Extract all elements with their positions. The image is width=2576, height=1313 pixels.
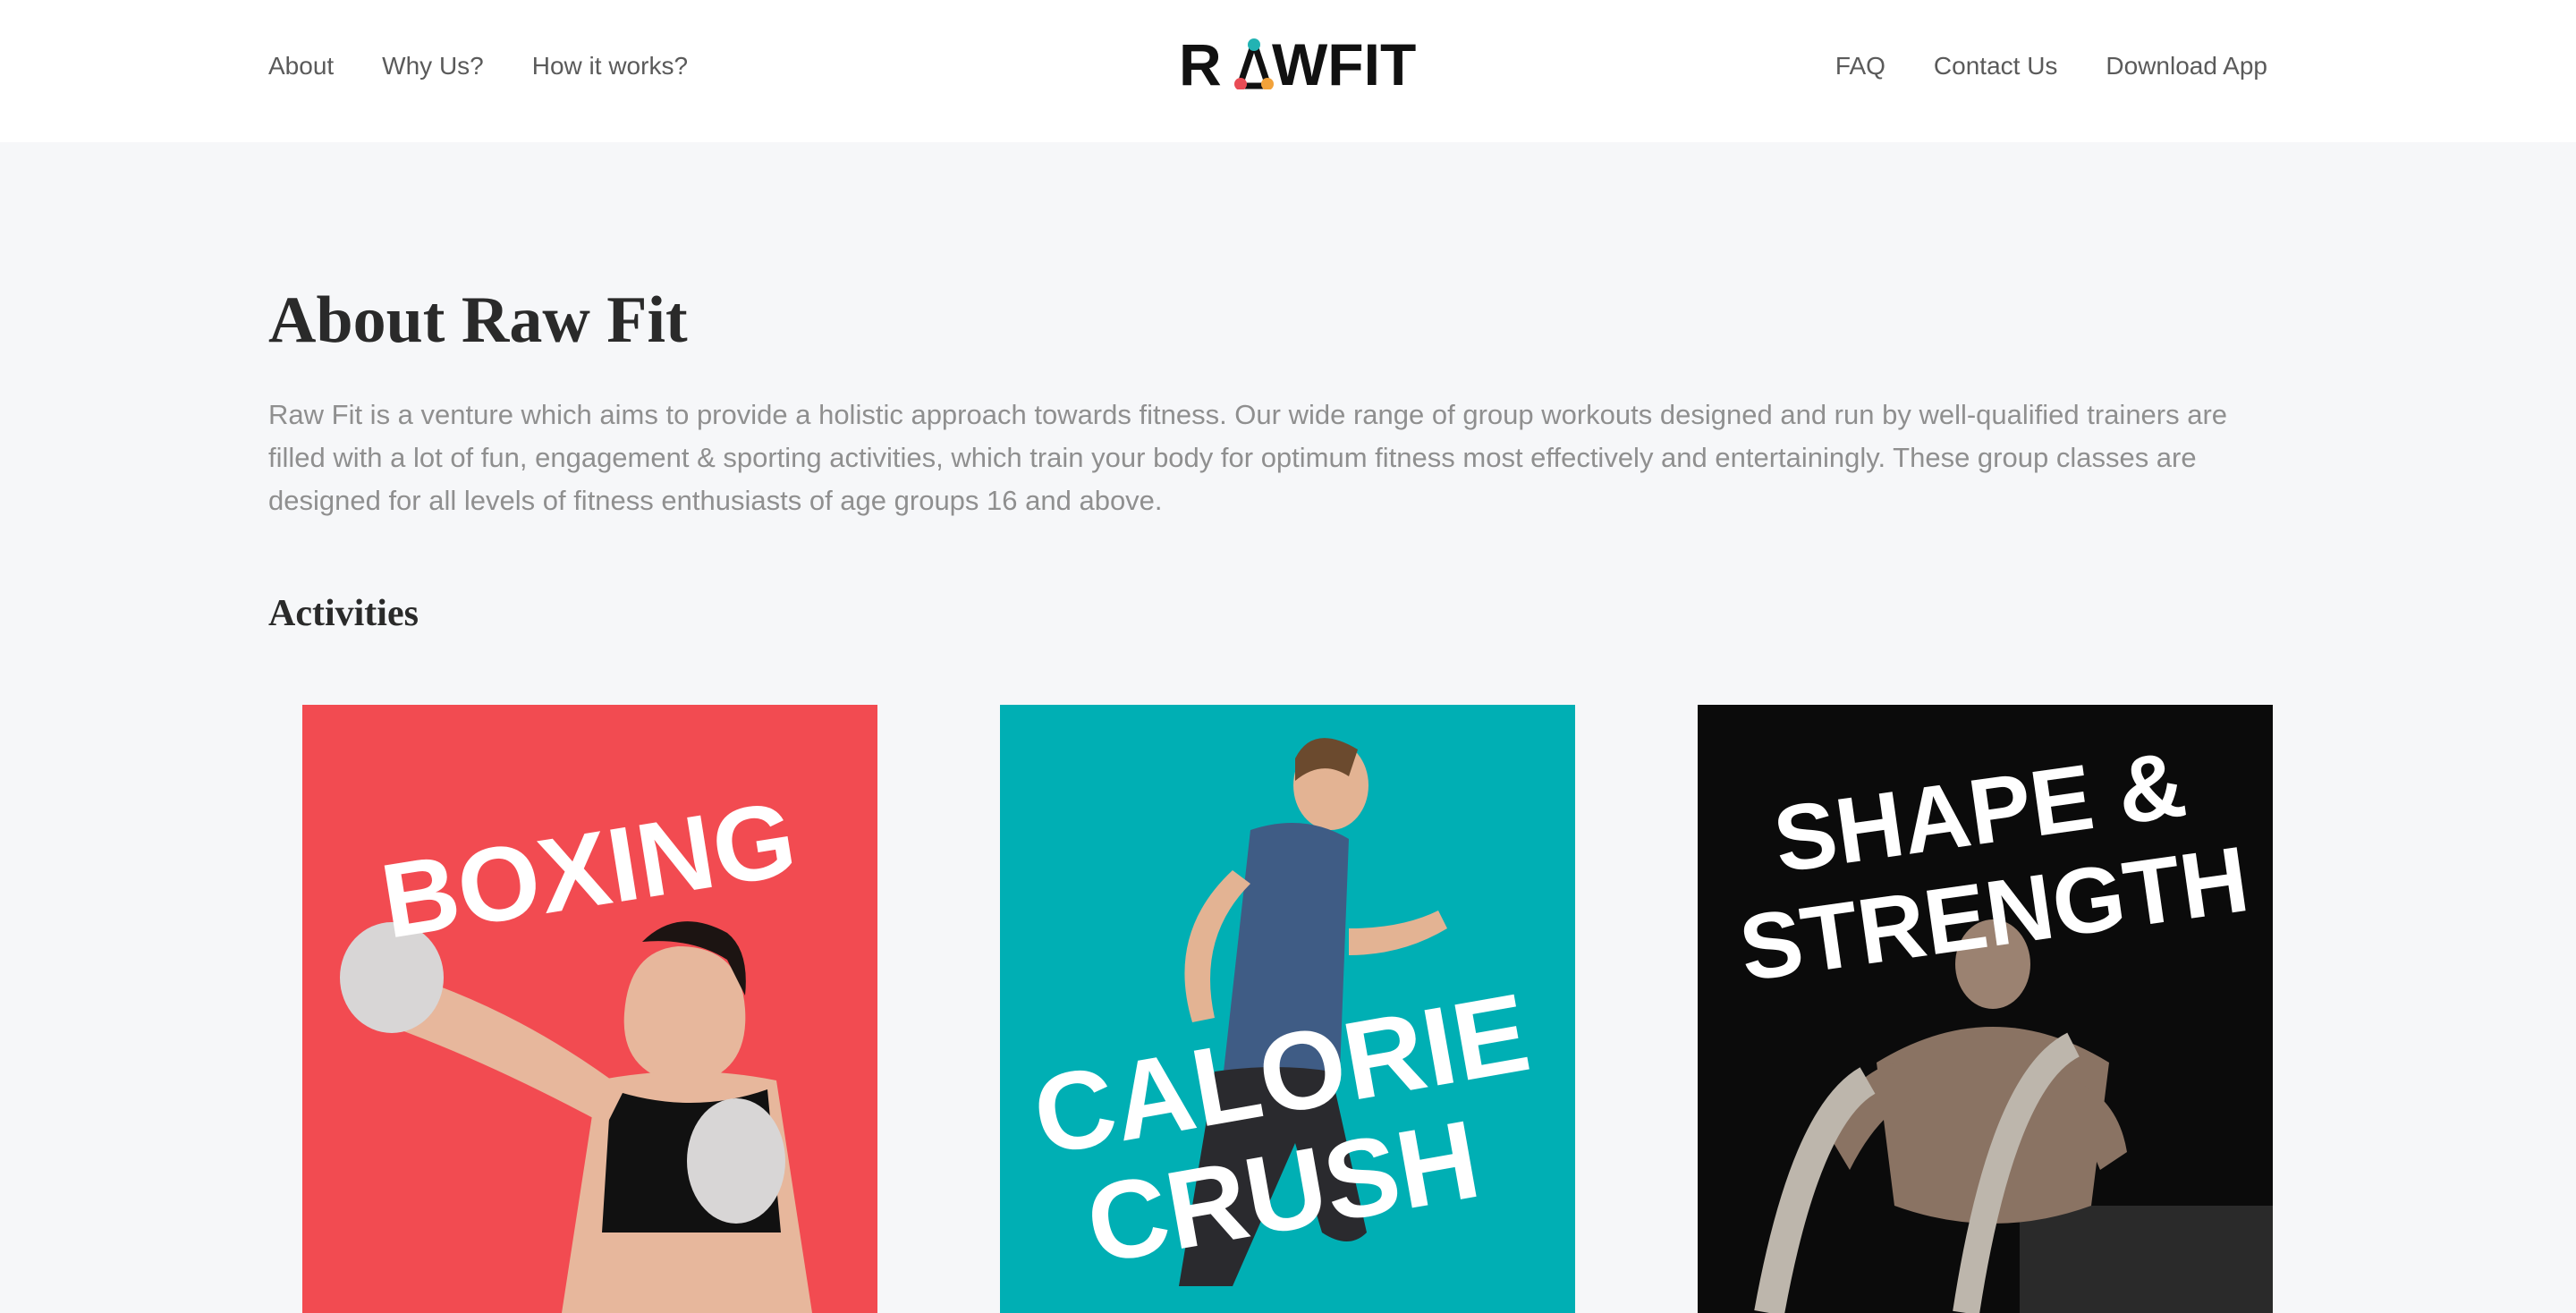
calorie-crush-card-image: CALORIE CRUSH: [1000, 705, 1575, 1313]
nav-download-app-link[interactable]: Download App: [2106, 52, 2267, 80]
nav-about-link[interactable]: About: [268, 52, 334, 80]
page-title: About Raw Fit: [268, 284, 688, 357]
activities-heading: Activities: [268, 593, 419, 634]
shape-strength-card-image: SHAPE & STRENGTH: [1698, 705, 2273, 1313]
nav-right: FAQ Contact Us Download App: [1835, 52, 2267, 80]
boxing-card-image: BOXING: [302, 705, 877, 1313]
rawfit-logo-mark: R WFIT: [1179, 31, 1416, 97]
svg-text:WFIT: WFIT: [1272, 36, 1416, 89]
intro-paragraph: Raw Fit is a venture which aims to provi…: [268, 399, 2228, 516]
nav-contact-us-link[interactable]: Contact Us: [1934, 52, 2058, 80]
activity-card-boxing[interactable]: BOXING: [302, 705, 877, 1313]
nav-faq-link[interactable]: FAQ: [1835, 52, 1885, 80]
svg-text:R: R: [1179, 36, 1222, 89]
nav-how-it-works-link[interactable]: How it works?: [532, 52, 688, 80]
logo-triangle-icon: [1234, 38, 1274, 90]
rawfit-logo[interactable]: R WFIT: [1179, 31, 1422, 97]
site-header: About Why Us? How it works? R WFIT FAQ C…: [0, 0, 2576, 142]
nav-left: About Why Us? How it works?: [268, 52, 688, 80]
activity-card-calorie-crush[interactable]: CALORIE CRUSH: [1000, 705, 1575, 1313]
nav-why-us-link[interactable]: Why Us?: [382, 52, 484, 80]
activity-card-shape-strength[interactable]: SHAPE & STRENGTH: [1698, 705, 2273, 1313]
